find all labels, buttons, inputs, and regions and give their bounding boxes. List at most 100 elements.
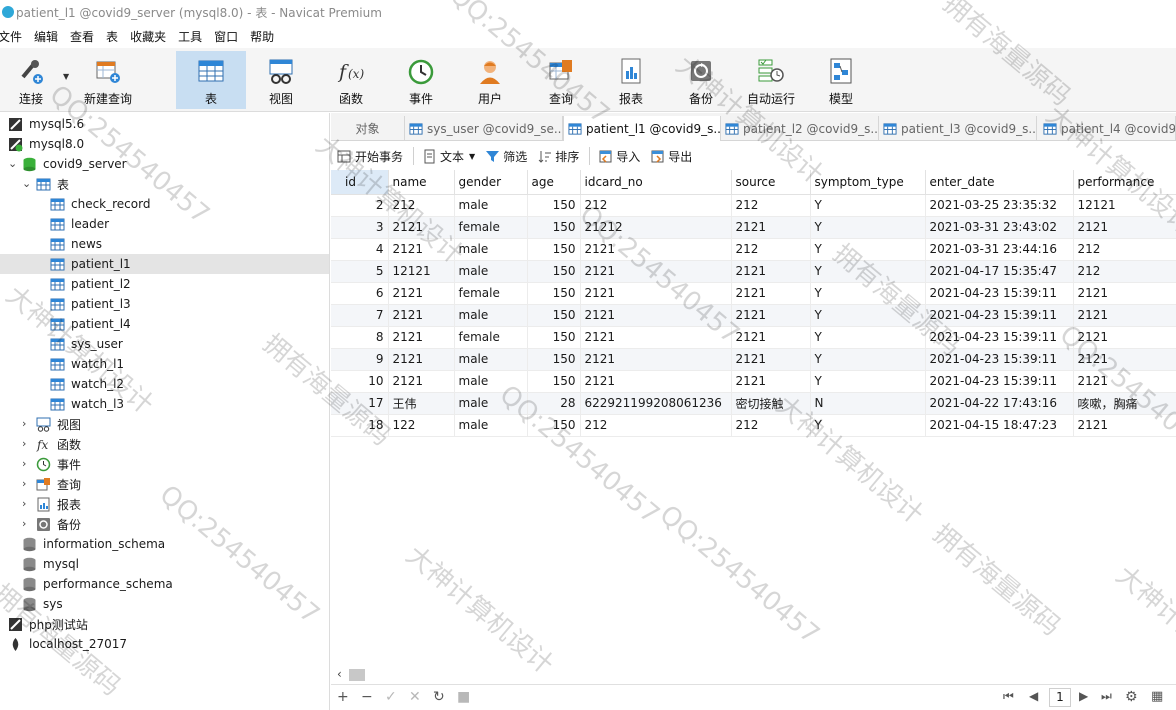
page-number-input[interactable]: 1 [1049,688,1071,707]
tab-5[interactable]: patient_l4 @covid9_s [1039,116,1176,141]
first-page-icon[interactable]: ⏮ [1003,689,1014,704]
cell-name[interactable]: 2121 [388,348,455,371]
cell-idcard-no[interactable]: 212 [580,194,732,217]
cell-idcard-no[interactable]: 2121 [580,348,732,371]
tab-4[interactable]: patient_l3 @covid9_s... [879,116,1037,141]
refresh-icon[interactable]: ↻ [433,689,445,705]
tree-folder-backup[interactable]: 备份 [36,514,81,534]
cell-name[interactable]: 2121 [388,326,455,349]
menu-item[interactable]: 工具 [178,28,214,45]
menu-item[interactable]: 编辑 [34,28,70,45]
cell-id[interactable]: 5 [331,260,389,283]
toolbar-query-button[interactable]: 查询 [532,51,590,109]
menu-item[interactable]: 帮助 [250,28,286,45]
cell-age[interactable]: 150 [527,414,581,437]
column-header-symptom-type[interactable]: symptom_type [810,170,926,195]
tree-database-information-schema[interactable]: information_schema [22,534,165,554]
tree-connection-php[interactable]: php测试站 [8,614,88,634]
cell-id[interactable]: 9 [331,348,389,371]
toolbar-connection-button[interactable]: 连接 [8,51,54,109]
cell-source[interactable]: 密切接触 [731,392,811,415]
cell-name[interactable]: 2121 [388,304,455,327]
tree-table-patient-l2[interactable]: patient_l2 [50,274,131,294]
chevron-right-icon[interactable]: › [22,497,26,510]
cell-id[interactable]: 2 [331,194,389,217]
begin-transaction-button[interactable]: 开始事务 [337,148,403,165]
tree-connection-localhost[interactable]: localhost_27017 [8,634,127,654]
cell-age[interactable]: 150 [527,194,581,217]
column-header-source[interactable]: source [731,170,811,195]
cell-gender[interactable]: female [454,282,528,305]
cell-name[interactable]: 2121 [388,370,455,393]
add-record-icon[interactable]: + [337,689,349,705]
cell-source[interactable]: 2121 [731,348,811,371]
cell-symptom-type[interactable]: N [810,392,926,415]
scroll-left-icon[interactable]: ‹ [337,667,342,681]
menu-item[interactable]: 查看 [70,28,106,45]
cell-symptom-type[interactable]: Y [810,304,926,327]
cell-symptom-type[interactable]: Y [810,216,926,239]
grid-view-icon[interactable]: ▦ [1151,689,1163,704]
cell-symptom-type[interactable]: Y [810,326,926,349]
cell-symptom-type[interactable]: Y [810,282,926,305]
cell-gender[interactable]: male [454,370,528,393]
chevron-right-icon[interactable]: › [22,417,26,430]
cell-enter-date[interactable]: 2021-04-15 18:47:23 [925,414,1074,437]
tab-0[interactable]: 对象 [331,116,405,141]
tree-table-patient-l3[interactable]: patient_l3 [50,294,131,314]
cell-gender[interactable]: female [454,326,528,349]
cell-name[interactable]: 2121 [388,216,455,239]
cell-idcard-no[interactable]: 2121 [580,370,732,393]
toolbar-function-button[interactable]: f (x) 函数 [322,51,380,109]
tab-1[interactable]: sys_user @covid9_se... [405,116,563,141]
chevron-right-icon[interactable]: › [22,437,26,450]
toolbar-backup-button[interactable]: 备份 [672,51,730,109]
tree-table-patient-l1[interactable]: patient_l1 [0,254,329,274]
data-grid[interactable]: id name gender age idcard_no source symptom_ty… [331,170,1176,666]
cell-idcard-no[interactable]: 21212 [580,216,732,239]
tree-table-leader[interactable]: leader [50,214,109,234]
cell-name[interactable]: 122 [388,414,455,437]
tree-table-check-record[interactable]: check_record [50,194,150,214]
cell-name[interactable]: 2121 [388,238,455,261]
cell-source[interactable]: 212 [731,414,811,437]
cell-idcard-no[interactable]: 2121 [580,238,732,261]
cell-id[interactable]: 17 [331,392,389,415]
stop-icon[interactable]: ■ [457,689,470,705]
cell-enter-date[interactable]: 2021-04-23 15:39:11 [925,370,1074,393]
table-row[interactable]: 2 212 male 150 212 212 Y 2021-03-25 23:35:32 121… [331,194,1176,217]
table-row[interactable]: 6 2121 female 150 2121 2121 Y 2021-04-23 15:39:… [331,282,1176,305]
table-row[interactable]: 8 2121 female 150 2121 2121 Y 2021-04-23 15:39:… [331,326,1176,349]
cell-source[interactable]: 2121 [731,304,811,327]
toolbar-event-clock-button[interactable]: 事件 [392,51,450,109]
table-row[interactable]: 3 2121 female 150 21212 2121 Y 2021-03-31 23:43… [331,216,1176,239]
table-row[interactable]: 7 2121 male 150 2121 2121 Y 2021-04-23 15:39:11… [331,304,1176,327]
cell-idcard-no[interactable]: 622921199208061236 [580,392,732,415]
column-header-name[interactable]: name [388,170,455,195]
cell-age[interactable]: 150 [527,260,581,283]
cell-performance[interactable]: 2121 [1073,414,1176,437]
cell-idcard-no[interactable]: 2121 [580,326,732,349]
chevron-right-icon[interactable]: › [22,477,26,490]
table-row[interactable]: 9 2121 male 150 2121 2121 Y 2021-04-23 15:39:11… [331,348,1176,371]
tree-table-watch-l2[interactable]: watch_l2 [50,374,124,394]
table-row[interactable]: 4 2121 male 150 2121 212 Y 2021-03-31 23:44:16 2… [331,238,1176,261]
tree-table-news[interactable]: news [50,234,102,254]
cell-enter-date[interactable]: 2021-03-31 23:44:16 [925,238,1074,261]
cell-id[interactable]: 4 [331,238,389,261]
tree-folder-function[interactable]: fx 函数 [36,434,81,454]
cell-performance[interactable]: 2121 [1073,326,1176,349]
toolbar-new-query-button[interactable]: 新建查询 [80,51,136,109]
tree-database-covid9-server[interactable]: covid9_server [22,154,127,174]
chevron-down-icon[interactable]: ▼ [63,72,69,81]
chevron-right-icon[interactable]: › [22,457,26,470]
cell-age[interactable]: 150 [527,348,581,371]
chevron-down-icon[interactable]: ⌄ [8,157,17,170]
cell-gender[interactable]: male [454,238,528,261]
toolbar-view-button[interactable]: 视图 [250,51,312,109]
table-row[interactable]: 17 王伟 male 28 622921199208061236 密切接触 N 2021-04… [331,392,1176,415]
cell-symptom-type[interactable]: Y [810,238,926,261]
cell-enter-date[interactable]: 2021-04-23 15:39:11 [925,304,1074,327]
cell-source[interactable]: 2121 [731,216,811,239]
cell-source[interactable]: 2121 [731,370,811,393]
